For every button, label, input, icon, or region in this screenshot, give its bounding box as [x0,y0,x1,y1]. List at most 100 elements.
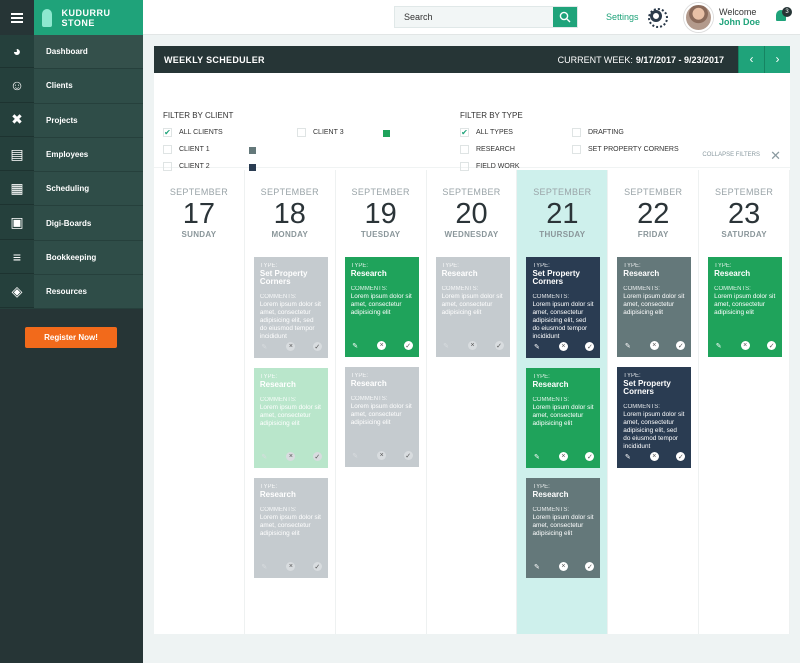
filter-label: DRAFTING [588,129,624,136]
card-type-label: TYPE: [350,263,369,269]
filter-type-drafting[interactable]: DRAFTING [572,128,624,137]
sidebar-item-digi-boards[interactable]: ▣ Digi-Boards [0,206,143,241]
next-week-button[interactable]: › [764,46,790,73]
remove-icon[interactable]: × [558,452,568,461]
schedule-card[interactable]: TYPE: Research COMMENTS: Lorem ipsum dolor … [344,367,419,467]
check-icon[interactable]: ✓ [585,342,595,351]
filter-type-research[interactable]: RESEARCH [460,145,515,154]
pencil-icon[interactable]: ✎ [532,342,541,351]
checkbox[interactable] [297,128,306,137]
pencil-icon[interactable]: ✎ [623,341,632,350]
pencil-icon[interactable]: ✎ [351,451,360,460]
day-name: SUNDAY [181,230,217,239]
remove-icon[interactable]: × [286,562,296,571]
remove-icon[interactable]: × [286,342,296,351]
check-icon[interactable]: ✓ [676,452,686,461]
settings-link[interactable]: Settings [606,12,639,22]
pencil-icon[interactable]: ✎ [260,452,269,461]
pencil-icon[interactable]: ✎ [442,341,451,350]
checkbox[interactable]: ✔ [163,128,172,137]
schedule-card[interactable]: TYPE: Research COMMENTS: Lorem ipsum dolor … [708,257,783,357]
prev-week-button[interactable]: ‹ [738,46,764,73]
card-type-value: Set Property Corners [532,269,581,286]
remove-icon[interactable]: × [649,452,659,461]
schedule-card[interactable]: TYPE: Research COMMENTS: Lorem ipsum dolor … [617,257,692,357]
welcome-label: Welcome [719,7,757,17]
sidebar-item-scheduling[interactable]: ▦ Scheduling [0,172,143,207]
check-icon[interactable]: ✓ [403,451,413,460]
day-month: SEPTEMBER [714,187,774,197]
pencil-icon[interactable]: ✎ [532,452,541,461]
sidebar-item-employees[interactable]: ▤ Employees [0,137,143,173]
sidebar-item-projects[interactable]: ✖ Projects [0,103,143,138]
check-icon[interactable]: ✓ [312,452,322,461]
schedule-card[interactable]: TYPE: Research COMMENTS: Lorem ipsum dolor … [253,478,328,578]
remove-icon[interactable]: × [468,341,478,350]
check-icon[interactable]: ✓ [676,341,686,350]
register-button[interactable]: Register Now! [25,327,117,348]
checkbox[interactable] [572,145,581,154]
sidebar-item-clients[interactable]: ☺ Clients [0,69,143,104]
weekly-scheduler-panel: WEEKLY SCHEDULER CURRENT WEEK: 9/17/2017… [154,46,791,634]
avatar[interactable] [684,3,713,32]
sidebar-item-label: Dashboard [46,47,88,57]
check-icon[interactable]: ✓ [585,562,595,571]
gear-icon[interactable] [648,8,668,28]
day-column-saturday: SEPTEMBER 23 SATURDAY TYPE: Research COMMENTS… [699,170,791,634]
check-icon[interactable]: ✓ [585,452,595,461]
schedule-card[interactable]: TYPE: Set Property Corners COMMENTS: Lorem … [253,257,328,358]
filter-client-client-1[interactable]: CLIENT 1 [163,145,210,154]
remove-icon[interactable]: × [558,342,568,351]
filter-client-client-3[interactable]: CLIENT 3 [297,128,344,137]
schedule-card[interactable]: TYPE: Research COMMENTS: Lorem ipsum dolor … [344,257,419,357]
check-icon[interactable]: ✓ [312,562,322,571]
brand-logo[interactable]: KUDURRU STONE [34,0,143,35]
notification-badge: 3 [782,7,792,17]
checkbox[interactable]: ✔ [460,128,469,137]
sidebar-item-dashboard[interactable]: ◕ Dashboard [0,35,143,70]
pencil-icon[interactable]: ✎ [351,341,360,350]
collapse-filters-link[interactable]: COLLAPSE FILTERS [702,152,760,158]
schedule-card[interactable]: TYPE: Research COMMENTS: Lorem ipsum dolor … [435,257,510,357]
remove-icon[interactable]: × [377,341,387,350]
filter-label: FIELD WORK [476,163,520,170]
filter-type-all-types[interactable]: ✔ ALL TYPES [460,128,513,137]
filter-client-all-clients[interactable]: ✔ ALL CLIENTS [163,128,223,137]
filter-type-set-property-corners[interactable]: SET PROPERTY CORNERS [572,145,679,154]
card-comment: Lorem ipsum dolor sit amet, consectetur … [259,404,321,427]
day-column-tuesday: SEPTEMBER 19 TUESDAY TYPE: Research COMMENTS:… [336,170,427,634]
card-comments-label: COMMENTS: [259,397,297,403]
search-input[interactable] [395,7,553,27]
schedule-card[interactable]: TYPE: Research COMMENTS: Lorem ipsum dolor … [526,478,601,578]
filter-label: RESEARCH [476,146,515,153]
check-icon[interactable]: ✓ [312,342,322,351]
menu-toggle-button[interactable] [0,0,34,35]
pencil-icon[interactable]: ✎ [260,342,269,351]
check-icon[interactable]: ✓ [403,341,413,350]
remove-icon[interactable]: × [558,562,568,571]
sidebar-item-label: Scheduling [46,184,90,194]
pencil-icon[interactable]: ✎ [623,452,632,461]
remove-icon[interactable]: × [740,341,750,350]
checkbox[interactable] [163,145,172,154]
pencil-icon[interactable]: ✎ [532,562,541,571]
schedule-card[interactable]: TYPE: Research COMMENTS: Lorem ipsum dolor … [253,368,328,468]
pencil-icon[interactable]: ✎ [714,341,723,350]
search-button[interactable] [553,7,577,27]
remove-icon[interactable]: × [377,451,387,460]
sidebar-item-label: Bookkeeping [46,252,97,262]
remove-icon[interactable]: × [649,341,659,350]
pencil-icon[interactable]: ✎ [260,562,269,571]
checkbox[interactable] [572,128,581,137]
close-icon[interactable]: ✕ [770,148,781,164]
schedule-card[interactable]: TYPE: Research COMMENTS: Lorem ipsum dolor … [526,368,601,468]
remove-icon[interactable]: × [286,452,296,461]
check-icon[interactable]: ✓ [767,341,777,350]
schedule-card[interactable]: TYPE: Set Property Corners COMMENTS: Lorem … [526,257,601,358]
check-icon[interactable]: ✓ [494,341,504,350]
sidebar-item-bookkeeping[interactable]: ≡ Bookkeeping [0,240,143,276]
user-name[interactable]: John Doe [719,17,760,27]
checkbox[interactable] [460,145,469,154]
sidebar-item-resources[interactable]: ◈ Resources [0,275,143,310]
schedule-card[interactable]: TYPE: Set Property Corners COMMENTS: Lorem … [617,367,692,468]
